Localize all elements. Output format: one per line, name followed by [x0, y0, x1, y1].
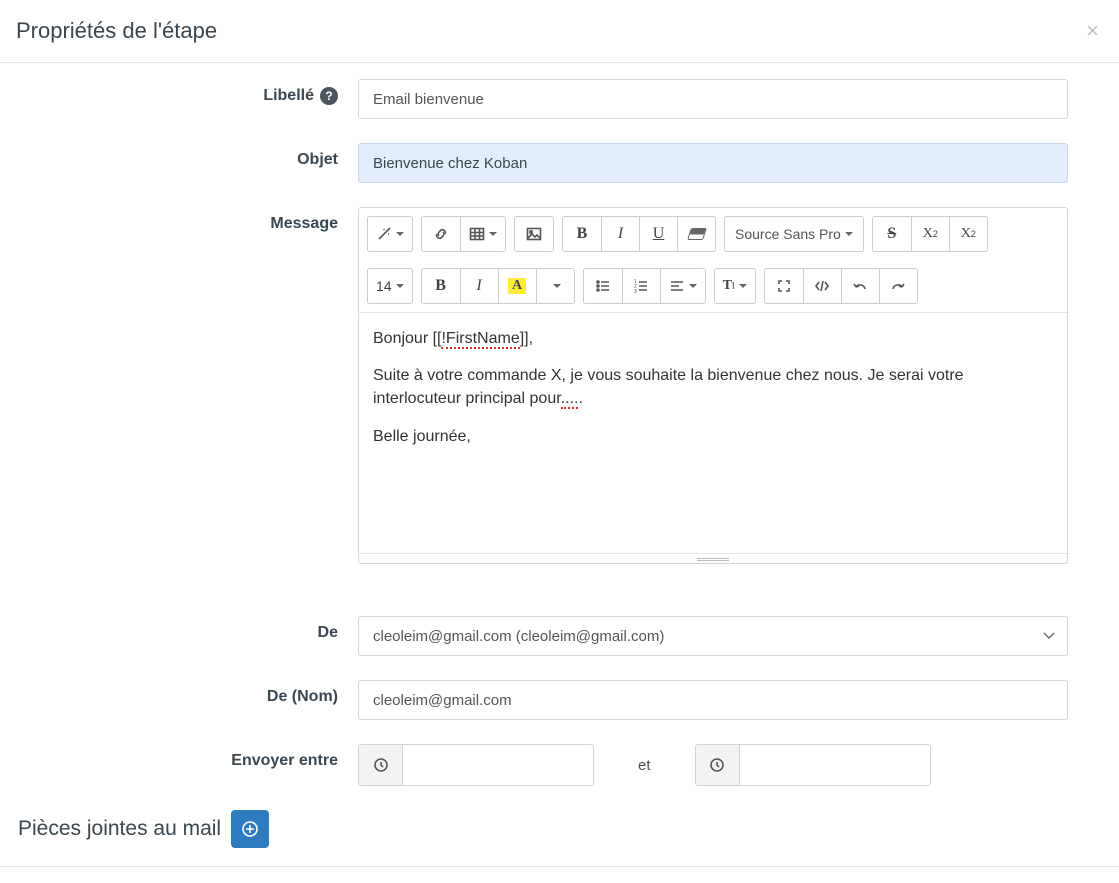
libelle-input[interactable] — [358, 79, 1068, 119]
label-de-nom: De (Nom) — [18, 680, 358, 706]
label-message-text: Message — [270, 215, 338, 233]
row-de: De cleoleim@gmail.com (cleoleim@gmail.co… — [18, 616, 1101, 656]
font-family-select[interactable]: Source Sans Pro — [725, 217, 863, 251]
font-color-button[interactable]: A — [498, 269, 536, 303]
time-end-group — [695, 744, 931, 786]
row-libelle: Libellé ? — [18, 79, 1101, 119]
label-libelle-text: Libellé — [263, 87, 314, 105]
editor-toolbar: B I U Source Sans Pro S X2 X2 — [359, 208, 1067, 313]
bold-button-2[interactable]: B — [422, 269, 460, 303]
modal-body: Libellé ? Objet Message — [0, 63, 1119, 866]
magic-wand-button[interactable] — [368, 217, 412, 251]
time-start-group — [358, 744, 594, 786]
undo-button[interactable] — [841, 269, 879, 303]
text-style-button[interactable]: TI — [715, 269, 755, 303]
help-icon[interactable]: ? — [320, 87, 338, 105]
from-name-input[interactable] — [358, 680, 1068, 720]
label-objet-text: Objet — [297, 151, 338, 169]
font-size-select[interactable]: 14 — [368, 269, 412, 303]
redo-button[interactable] — [879, 269, 917, 303]
italic-button[interactable]: I — [601, 217, 639, 251]
ordered-list-button[interactable]: 123 — [622, 269, 660, 303]
editor-content[interactable]: Bonjour [[!FirstName]], Suite à votre co… — [359, 313, 1067, 553]
image-button[interactable] — [515, 217, 553, 251]
editor-token-firstname: !FirstName — [441, 330, 519, 349]
modal-header: Propriétés de l'étape × — [0, 0, 1119, 63]
label-envoyer-text: Envoyer entre — [231, 752, 338, 770]
row-de-nom: De (Nom) — [18, 680, 1101, 720]
label-de: De — [18, 616, 358, 642]
modal-footer-border — [0, 866, 1119, 882]
modal-title: Propriétés de l'étape — [16, 18, 217, 44]
attachments-label: Pièces jointes au mail — [18, 817, 221, 841]
table-button[interactable] — [460, 217, 505, 251]
editor-text: . — [578, 390, 582, 407]
label-de-text: De — [318, 624, 338, 642]
fullscreen-button[interactable] — [765, 269, 803, 303]
underline-button[interactable]: U — [639, 217, 677, 251]
label-envoyer: Envoyer entre — [18, 744, 358, 770]
row-objet: Objet — [18, 143, 1101, 183]
font-size-label: 14 — [376, 278, 392, 294]
code-view-button[interactable] — [803, 269, 841, 303]
strikethrough-button[interactable]: S — [873, 217, 911, 251]
rich-text-editor: B I U Source Sans Pro S X2 X2 — [358, 207, 1068, 564]
editor-text: Suite à votre commande X, je vous souhai… — [373, 367, 964, 407]
align-button[interactable] — [660, 269, 705, 303]
label-de-nom-text: De (Nom) — [267, 688, 338, 706]
label-message: Message — [18, 207, 358, 233]
attachments-section: Pièces jointes au mail — [18, 810, 1101, 862]
svg-text:3: 3 — [634, 289, 637, 294]
from-select[interactable]: cleoleim@gmail.com (cleoleim@gmail.com) — [358, 616, 1068, 656]
superscript-button[interactable]: X2 — [911, 217, 949, 251]
row-message: Message — [18, 207, 1101, 564]
objet-input[interactable] — [358, 143, 1068, 183]
font-color-dropdown[interactable] — [536, 269, 574, 303]
unordered-list-button[interactable] — [584, 269, 622, 303]
editor-resize-handle[interactable] — [359, 553, 1067, 563]
bold-button[interactable]: B — [563, 217, 601, 251]
time-end-input[interactable] — [740, 745, 930, 785]
font-family-label: Source Sans Pro — [735, 226, 841, 242]
clear-format-button[interactable] — [677, 217, 715, 251]
editor-token-ellipsis: .... — [561, 390, 579, 409]
editor-text: Bonjour [[ — [373, 330, 441, 347]
time-start-input[interactable] — [403, 745, 593, 785]
clock-icon[interactable] — [696, 745, 740, 785]
italic-button-2[interactable]: I — [460, 269, 498, 303]
editor-text: Belle journée, — [373, 425, 1053, 448]
add-attachment-button[interactable] — [231, 810, 269, 848]
clock-icon[interactable] — [359, 745, 403, 785]
between-label: et — [638, 757, 651, 774]
row-envoyer: Envoyer entre et — [18, 744, 1101, 786]
label-libelle: Libellé ? — [18, 79, 358, 105]
subscript-button[interactable]: X2 — [949, 217, 987, 251]
link-button[interactable] — [422, 217, 460, 251]
editor-text: ]], — [520, 330, 533, 347]
label-objet: Objet — [18, 143, 358, 169]
close-icon[interactable]: × — [1086, 20, 1099, 42]
